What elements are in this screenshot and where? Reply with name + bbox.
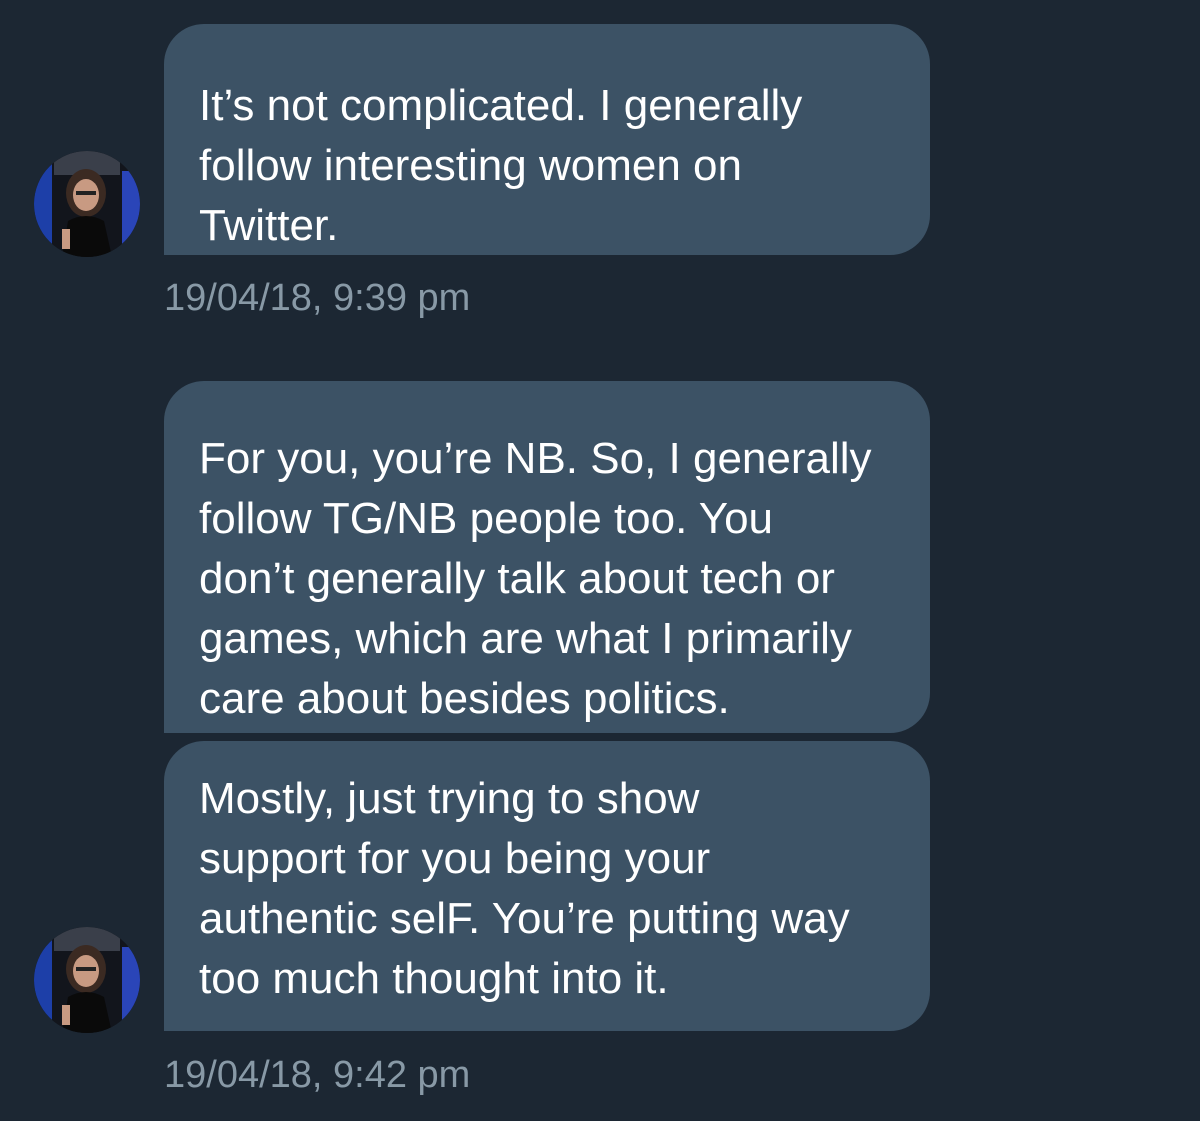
message-timestamp: 19/04/18, 9:42 pm: [164, 1054, 471, 1096]
dm-conversation: It’s not complicated. I generally follow…: [0, 0, 1200, 1121]
person-photo-icon: [34, 927, 140, 1033]
message-bubble[interactable]: Mostly, just trying to show support for …: [164, 741, 930, 1031]
sender-avatar[interactable]: [34, 151, 140, 257]
message-bubble[interactable]: For you, you’re NB. So, I generally foll…: [164, 381, 930, 733]
message-timestamp: 19/04/18, 9:39 pm: [164, 277, 471, 319]
sender-avatar[interactable]: [34, 927, 140, 1033]
person-photo-icon: [34, 151, 140, 257]
message-bubble[interactable]: It’s not complicated. I generally follow…: [164, 24, 930, 255]
